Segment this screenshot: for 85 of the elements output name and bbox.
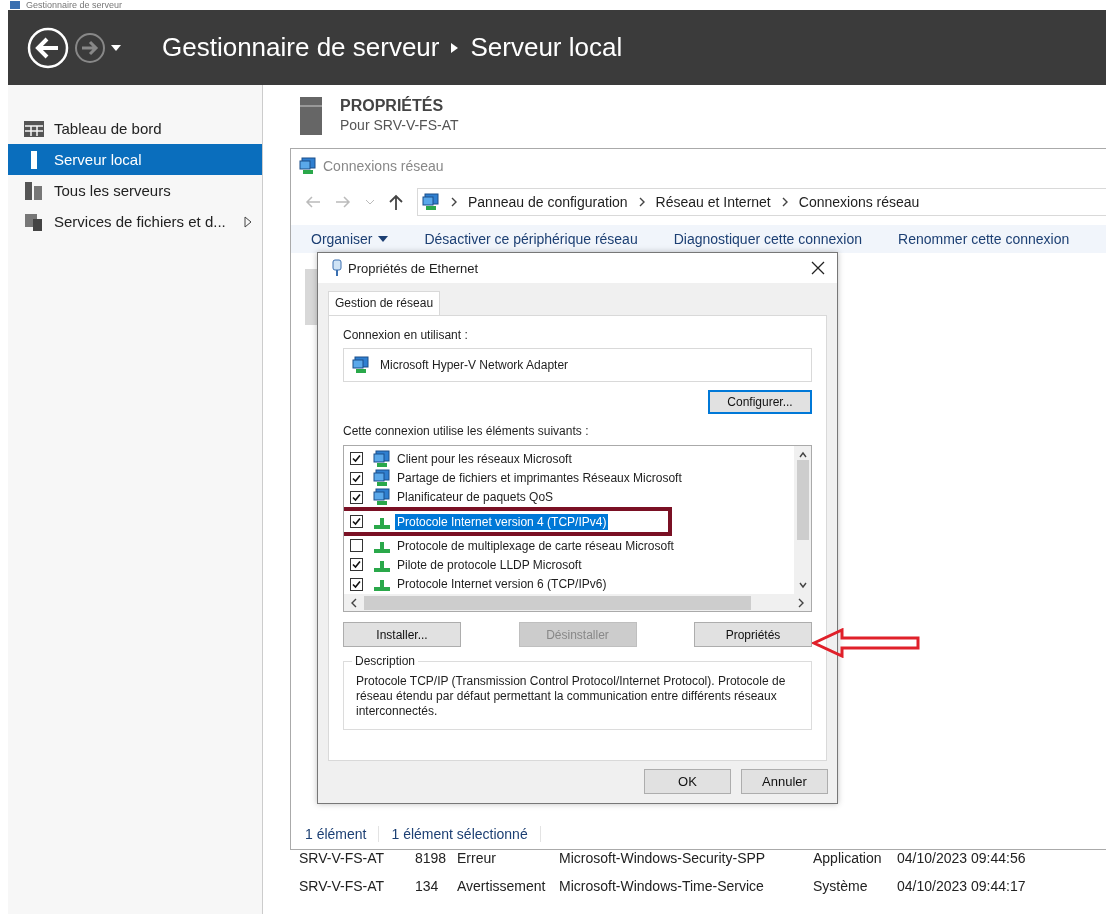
- table-cell-text: Erreur: [457, 850, 497, 866]
- checkbox[interactable]: [350, 577, 363, 591]
- network-icon: [373, 449, 391, 468]
- network-icon: [373, 488, 391, 507]
- chevron-icon: [780, 197, 789, 207]
- table-cell-text: Microsoft-Windows-Security-SPP: [559, 850, 767, 866]
- section-title: PROPRIÉTÉS: [340, 97, 445, 115]
- sidebar-item[interactable]: Tableau de bord: [8, 113, 262, 144]
- checkbox[interactable]: [350, 558, 363, 572]
- toolbar-command[interactable]: Organiser: [311, 231, 389, 247]
- protocol-icon: [373, 577, 391, 592]
- chevron-right-icon: [797, 597, 805, 608]
- dialog-button[interactable]: OK: [644, 769, 731, 794]
- group-title: Description: [352, 654, 419, 669]
- toolbar-command[interactable]: Désactiver ce périphérique réseau: [424, 231, 638, 247]
- list-item[interactable]: Pilote de protocole LLDP Microsoft: [395, 557, 584, 573]
- address-bar[interactable]: Panneau de configuration Réseau et Internet Connexions réseau: [417, 188, 1106, 216]
- checkbox[interactable]: [350, 490, 363, 504]
- table-cell-text: 8198: [415, 850, 448, 866]
- configure-button[interactable]: Configurer...: [708, 390, 812, 414]
- list-item[interactable]: Protocole Internet version 4 (TCP/IPv4): [395, 513, 609, 530]
- app-icon: [10, 1, 20, 9]
- list-item[interactable]: Protocole de multiplexage de carte réseau Microsoft: [395, 537, 676, 554]
- sidebar-item[interactable]: Serveur local: [8, 144, 262, 175]
- window-title: Connexions réseau: [323, 158, 444, 174]
- table-cell-text: 04/10/2023 09:44:17: [897, 878, 1027, 894]
- dashboard-icon: [24, 120, 44, 137]
- file-servers-icon: [24, 212, 44, 231]
- table-cell-text: 04/10/2023 09:44:56: [897, 850, 1027, 866]
- list-item[interactable]: Partage de fichiers et imprimantes Réseaux Microsoft: [395, 470, 684, 487]
- chevron-icon: [450, 197, 458, 207]
- table-cell-text: Avertissement: [457, 878, 547, 894]
- chevron-up-icon: [798, 450, 807, 460]
- table-cell-text: SRV-V-FS-AT: [299, 878, 386, 894]
- description-text: Protocole TCP/IP (Transmission Control Protocol/Internet Protocol). Protocole de réseau étendu par défaut permettant la communication entre différents réseaux interconnectés.: [356, 674, 786, 718]
- back-icon[interactable]: [26, 25, 70, 70]
- table-cell-text: 134: [415, 878, 440, 894]
- server-icon: [300, 97, 322, 135]
- up-icon[interactable]: [389, 194, 403, 210]
- table-cell-text: SRV-V-FS-AT: [299, 850, 386, 866]
- table-cell-text: Système: [813, 878, 869, 894]
- close-icon[interactable]: [811, 261, 825, 275]
- action-button[interactable]: Propriétés: [694, 622, 812, 647]
- network-icon: [299, 157, 317, 175]
- caret-icon[interactable]: [110, 43, 122, 52]
- vertical-scrollbar[interactable]: [794, 446, 811, 594]
- breadcrumb-item[interactable]: Gestionnaire de serveur: [162, 32, 440, 63]
- field-label: Connexion en utilisant :: [343, 328, 469, 342]
- list-label: Cette connexion utilise les éléments suivants :: [343, 424, 590, 438]
- network-icon: [422, 193, 440, 211]
- status-text: 1 élément: [305, 826, 380, 842]
- checkbox[interactable]: [350, 452, 363, 466]
- chevron-down-icon: [798, 580, 807, 590]
- dialog-button[interactable]: Annuler: [741, 769, 828, 794]
- table-cell-text: Microsoft-Windows-Time-Service: [559, 878, 765, 894]
- tab[interactable]: Gestion de réseau: [328, 291, 441, 316]
- servers-icon: [24, 181, 44, 200]
- list-item[interactable]: Protocole Internet version 6 (TCP/IPv6): [395, 576, 609, 593]
- dialog-title: Propriétés de Ethernet: [348, 260, 479, 276]
- adapter-icon: [352, 356, 370, 374]
- list-item[interactable]: Client pour les réseaux Microsoft: [395, 450, 574, 467]
- breadcrumb-item[interactable]: Serveur local: [470, 32, 623, 63]
- ethernet-icon: [332, 259, 342, 277]
- section-subtitle: Pour SRV-V-FS-AT: [340, 117, 459, 133]
- toolbar-command[interactable]: Diagnostiquer cette connexion: [673, 231, 863, 247]
- chevron-left-icon: [350, 597, 358, 608]
- expand-icon[interactable]: [243, 215, 252, 228]
- protocol-icon: [373, 558, 391, 572]
- checkbox[interactable]: [350, 471, 363, 485]
- caret-icon: [378, 236, 389, 242]
- separator-icon: [451, 42, 459, 53]
- list-item[interactable]: Planificateur de paquets QoS: [395, 489, 556, 506]
- status-text: 1 élément sélectionné: [391, 826, 541, 842]
- app-title: Gestionnaire de serveur: [26, 0, 123, 10]
- sidebar-item[interactable]: Services de fichiers et d...: [8, 206, 262, 237]
- chevron-icon: [637, 197, 646, 207]
- table-cell-text: Application: [813, 850, 883, 866]
- action-button[interactable]: Installer...: [343, 622, 461, 647]
- network-icon: [373, 469, 391, 488]
- checkbox[interactable]: [350, 515, 363, 528]
- toolbar-command[interactable]: Renommer cette connexion: [898, 231, 1070, 247]
- sidebar-item[interactable]: Tous les serveurs: [8, 175, 262, 206]
- adapter-field: Microsoft Hyper-V Network Adapter: [343, 348, 812, 382]
- checkbox[interactable]: [350, 539, 363, 553]
- horizontal-scrollbar[interactable]: [344, 594, 811, 611]
